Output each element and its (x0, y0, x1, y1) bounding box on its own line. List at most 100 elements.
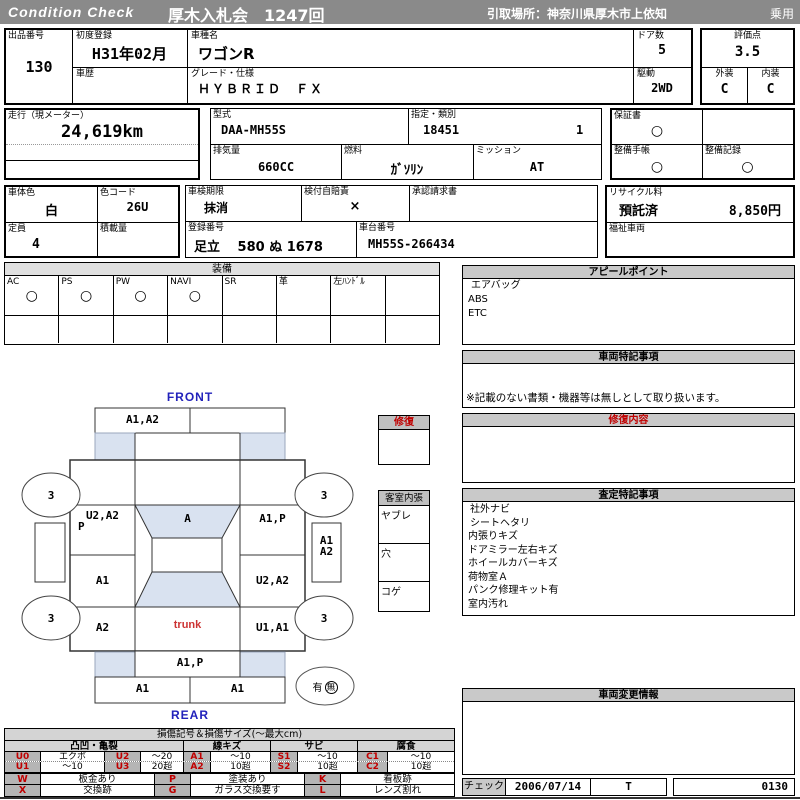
equipment-cell-pw: PW ○ (114, 276, 169, 315)
legend-code: S1 (271, 752, 298, 761)
repair-content-title: 修復内容 (463, 414, 794, 427)
assessment-line: 室内汚れ (468, 598, 508, 610)
mission-label: ミッション (476, 146, 522, 156)
damage-diagram: FRONT A1,A2 3 3 3 3 U2,A2 P A A1,P A1 A2… (0, 390, 460, 750)
change-info-title: 車両変更情報 (463, 689, 794, 702)
welfare-label: 福祉車両 (609, 224, 646, 234)
model-name-label: 車種名 (191, 31, 219, 41)
insurance-label: 検付自賠責 (304, 187, 350, 197)
auction-title: 厚木入札会 1247回 (168, 6, 325, 25)
equipment-row: AC ○ PS ○ PW ○ NAVI ○ SR 革 左ﾊﾝﾄﾞﾙ (5, 276, 439, 316)
legend-value: 看板跡 (383, 774, 412, 784)
legend-code: U0 (5, 752, 41, 761)
equipment-label: AC (7, 277, 20, 287)
appeal-line: ABS (468, 294, 488, 305)
approval-label: 承認請求書 (412, 187, 458, 197)
warranty-label: 保証書 (614, 111, 642, 121)
appeal-panel: アピールポイント エアバッグ ABS ETC (462, 265, 795, 345)
documents-box: 保証書 ○ 整備手帳 ○ 整備記録 ○ (610, 108, 795, 180)
maint-record-mark: ○ (741, 159, 754, 175)
shaken-value: 抹消 (204, 201, 229, 215)
legend-table-2: W 板金あり P 塗装あり K 看板跡 X 交換跡 G ガラス交換要す L レン… (4, 773, 455, 797)
equipment-cell-navi: NAVI ○ (168, 276, 223, 315)
equipment-label: 革 (278, 277, 288, 287)
legend-value: 塗装あり (191, 774, 305, 784)
assessment-line: 社外ナビ (470, 504, 510, 515)
reg-number-label: 登録番号 (188, 223, 225, 233)
legend-code: C2 (358, 762, 388, 772)
fuel-value: ｶﾞｿﾘﾝ (390, 163, 424, 178)
mark-right-fender: A1,P (259, 512, 286, 525)
legend-code: K (305, 774, 341, 784)
mark-left-fender-2: P (78, 520, 85, 533)
equipment-label (386, 276, 439, 278)
chassis-value: MH55S-266434 (368, 237, 455, 251)
displacement-value: 660CC (257, 160, 295, 174)
recycle-box: リサイクル料 預託済 8,850円 福祉車両 (605, 185, 795, 258)
legend-group-corrosion: 腐食 (396, 741, 416, 751)
score-value: 3.5 (734, 44, 761, 60)
warranty-mark: ○ (650, 123, 664, 139)
maint-book-mark: ○ (650, 159, 664, 175)
class-number: 18451 (423, 123, 460, 137)
doors-label: ドア数 (637, 31, 665, 41)
appeal-title: アピールポイント (463, 266, 794, 279)
check-label: チェック (463, 779, 506, 795)
equipment-label: 左ﾊﾝﾄﾞﾙ (333, 277, 365, 287)
legend-value: ガラス交換要す (191, 785, 305, 796)
exterior-label: 外装 (715, 69, 734, 79)
car-outline-graphic (21, 407, 355, 706)
legend-value: レンズ割れ (373, 785, 422, 796)
pickup-location: 引取場所：神奈川県厚木市上依知 (487, 7, 668, 21)
body-color-label: 車体色 (8, 188, 36, 198)
equipment-empty-row (5, 316, 439, 343)
model-code-label: 型式 (213, 110, 232, 120)
model-code-value: DAA-MH55S (221, 123, 287, 137)
mileage-value: 24,619km (61, 122, 143, 142)
legend-value: 〜10 (298, 752, 358, 761)
equipment-cell-extra (386, 276, 439, 315)
usage-type: 乗用 (769, 7, 794, 21)
equipment-mark: ○ (188, 288, 201, 304)
legend-table: 損傷記号＆損傷サイズ(〜最大cm) 凸凹・亀裂 線キズ サビ 腐食 U0 エクボ… (4, 728, 455, 773)
equipment-table: 装備 AC ○ PS ○ PW ○ NAVI ○ SR 革 左ﾊﾝﾄﾞﾙ (4, 262, 440, 345)
equipment-cell-sr: SR (223, 276, 277, 315)
lot-number: 130 (25, 58, 53, 76)
mark-rear-panel-right: A1 (230, 682, 245, 695)
legend-code: S2 (271, 762, 298, 772)
legend-code: U2 (105, 752, 141, 761)
mark-left-quarter: A2 (95, 621, 110, 634)
assessment-line: 内張りキズ (468, 531, 518, 542)
equipment-title: 装備 (5, 263, 439, 276)
equipment-cell-ps: PS ○ (59, 276, 114, 315)
legend-code: C1 (358, 752, 388, 761)
legend-value: 〜10 (410, 752, 432, 761)
reg-number-value: 足立 580 ぬ 1678 (194, 240, 323, 255)
assessment-line: ホイールカバーキズ (468, 558, 558, 569)
drive-label: 駆動 (637, 69, 656, 79)
mileage-label: 走行（現メーター） (8, 111, 90, 121)
legend-value: 板金あり (41, 774, 155, 784)
legend-group-scratch: 線キズ (184, 741, 271, 751)
doors-value: 5 (658, 43, 666, 58)
spare-yes-label: 有 (312, 683, 323, 694)
assessment-line: シートヘタリ (470, 517, 530, 529)
legend-code: L (305, 785, 341, 796)
shaken-label: 車検期限 (188, 187, 225, 197)
legend-code: G (155, 785, 191, 796)
equipment-mark: ○ (134, 288, 147, 304)
lot-number-label: 出品番号 (8, 31, 45, 41)
legend-value: 交換跡 (41, 785, 155, 796)
rear-label: REAR (170, 708, 209, 722)
legend-title: 損傷記号＆損傷サイズ(〜最大cm) (5, 729, 454, 741)
legend-code: A1 (184, 752, 211, 761)
legend-code: W (5, 774, 41, 784)
mark-rear-bumper: A1,P (176, 656, 204, 669)
equipment-label: PS (61, 277, 73, 287)
legend-value: エクボ (41, 752, 105, 761)
check-inspector: T (625, 780, 632, 793)
appeal-line: ETC (468, 308, 487, 319)
legend-value: 10超 (410, 762, 432, 772)
grade-value: ＨＹＢＲＩＤ ＦＸ (198, 82, 325, 96)
assessment-panel: 査定特記事項 社外ナビ シートヘタリ 内張りキズ ドアミラー左右キズ ホイールカ… (462, 488, 795, 616)
